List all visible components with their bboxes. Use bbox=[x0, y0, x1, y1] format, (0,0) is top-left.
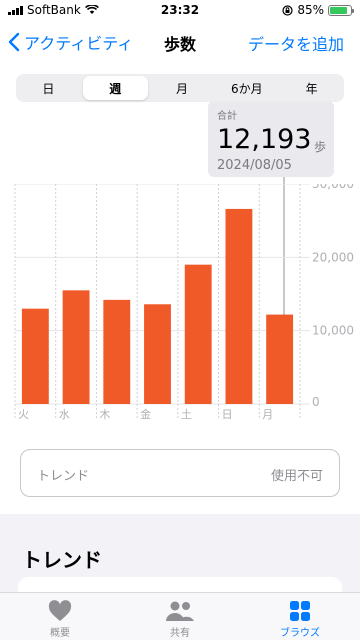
tab-sharing-label: 共有 bbox=[170, 628, 190, 639]
tab-browse-label: ブラウズ bbox=[280, 628, 320, 639]
y-tick-label: 0 bbox=[312, 395, 320, 409]
battery-group: 85% bbox=[282, 3, 354, 17]
segment-year[interactable]: 年 bbox=[279, 74, 344, 102]
selection-callout: 合計 12,193 歩 2024/08/05 bbox=[208, 101, 334, 177]
tab-summary-label: 概要 bbox=[50, 628, 70, 639]
x-tick-label: 木 bbox=[99, 408, 110, 421]
people-icon bbox=[166, 601, 194, 621]
callout-label: 合計 bbox=[217, 111, 237, 122]
segment-day[interactable]: 日 bbox=[16, 74, 81, 102]
heart-icon bbox=[48, 600, 72, 621]
segment-week[interactable]: 週 bbox=[82, 76, 148, 100]
steps-bar[interactable] bbox=[144, 304, 171, 404]
grid-icon bbox=[290, 601, 310, 621]
steps-bar[interactable] bbox=[21, 308, 49, 404]
x-tick-label: 水 bbox=[59, 408, 70, 421]
battery-percent: 85% bbox=[297, 3, 324, 17]
steps-bar[interactable] bbox=[225, 208, 253, 404]
orientation-lock-icon bbox=[282, 4, 293, 16]
x-tick-label: 月 bbox=[262, 408, 273, 421]
add-data-button[interactable]: データを追加 bbox=[248, 31, 344, 55]
x-tick-label: 土 bbox=[181, 408, 192, 421]
trend-section-title: トレンド bbox=[22, 548, 102, 572]
callout-date: 2024/08/05 bbox=[217, 158, 292, 173]
steps-bar[interactable] bbox=[103, 299, 131, 404]
tab-summary[interactable]: 概要 bbox=[0, 593, 120, 640]
tab-bar: 概要 共有 ブラウズ bbox=[0, 592, 360, 640]
x-tick-label: 火 bbox=[18, 408, 29, 421]
y-tick-label: 30,000 bbox=[312, 184, 354, 191]
y-tick-label: 20,000 bbox=[312, 250, 354, 264]
segment-6months[interactable]: 6か月 bbox=[214, 74, 279, 102]
battery-icon bbox=[328, 4, 354, 16]
tab-sharing[interactable]: 共有 bbox=[120, 593, 240, 640]
steps-bar[interactable] bbox=[266, 314, 294, 404]
steps-chart[interactable]: 0 10,000 20,000 30,000 火 水 木 金 土 日 月 bbox=[0, 184, 360, 424]
steps-chart-svg: 0 10,000 20,000 30,000 火 水 木 金 土 日 月 bbox=[14, 184, 354, 421]
period-segmented-control: 日 週 月 6か月 年 bbox=[16, 74, 344, 102]
trend-card[interactable]: トレンド 使用不可 bbox=[20, 449, 340, 497]
x-tick-label: 金 bbox=[140, 407, 151, 421]
trend-card-label: トレンド bbox=[37, 469, 90, 484]
segment-month[interactable]: 月 bbox=[150, 74, 215, 102]
y-tick-label: 10,000 bbox=[312, 324, 354, 338]
trend-card-value: 使用不可 bbox=[270, 469, 323, 484]
callout-unit: 歩 bbox=[313, 140, 326, 154]
status-bar: SoftBank 23:32 85% bbox=[0, 0, 360, 20]
steps-bar[interactable] bbox=[184, 264, 212, 404]
navigation-bar: アクティビティ 歩数 データを追加 bbox=[0, 20, 360, 64]
callout-value: 12,193 bbox=[217, 124, 312, 155]
steps-content: 日 週 月 6か月 年 合計 12,193 歩 2024/08/05 0 10,0… bbox=[0, 64, 360, 514]
tab-browse[interactable]: ブラウズ bbox=[240, 593, 360, 640]
x-tick-label: 日 bbox=[222, 408, 233, 421]
steps-bar[interactable] bbox=[62, 290, 90, 404]
